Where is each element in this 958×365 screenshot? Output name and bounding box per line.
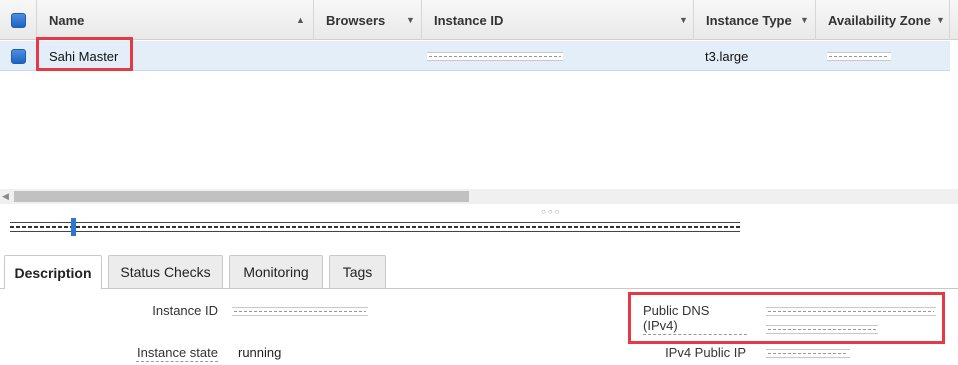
- instance-id-label: Instance ID: [152, 303, 218, 318]
- text-cursor-marker: [71, 218, 76, 236]
- redacted-text: [10, 222, 740, 232]
- tab-monitoring[interactable]: Monitoring: [229, 255, 323, 288]
- redacted-text: [232, 307, 368, 316]
- instance-id-cell[interactable]: [427, 41, 563, 71]
- scrollbar-thumb[interactable]: [14, 191, 469, 202]
- highlight-box: [36, 37, 133, 71]
- row-checkbox[interactable]: [11, 48, 26, 64]
- availability-zone-cell: [827, 41, 891, 71]
- sort-descending-icon[interactable]: ▼: [800, 15, 809, 25]
- tab-description[interactable]: Description: [4, 255, 102, 289]
- redacted-text: [427, 51, 563, 61]
- horizontal-scrollbar[interactable]: ◀: [0, 189, 958, 204]
- column-header-browsers[interactable]: Browsers ▼: [314, 0, 422, 40]
- instance-state-value: running: [238, 345, 282, 360]
- instance-type-cell: t3.large: [705, 48, 749, 64]
- column-header-instance-type[interactable]: Instance Type ▼: [694, 0, 816, 40]
- column-header-availability-zone[interactable]: Availability Zone ▼: [816, 0, 950, 40]
- instance-state-label: Instance state: [136, 345, 218, 362]
- sort-descending-icon[interactable]: ▼: [936, 15, 945, 25]
- redacted-text: [827, 51, 891, 61]
- row-checkbox-cell[interactable]: [11, 41, 26, 71]
- select-all-checkbox[interactable]: [10, 12, 26, 28]
- scroll-left-icon[interactable]: ◀: [2, 189, 9, 204]
- ipv4-public-ip-label: IPv4 Public IP: [665, 345, 746, 360]
- redacted-text: [766, 349, 850, 358]
- table-header: Name ▲ Browsers ▼ Instance ID ▼ Instance…: [0, 0, 958, 40]
- tab-tags[interactable]: Tags: [329, 255, 386, 288]
- sort-descending-icon[interactable]: ▼: [406, 15, 415, 25]
- column-header-instance-id[interactable]: Instance ID ▼: [422, 0, 694, 40]
- detail-title: [10, 221, 740, 233]
- select-all-cell[interactable]: [0, 0, 37, 40]
- highlight-box: [628, 292, 945, 344]
- sort-ascending-icon[interactable]: ▲: [296, 15, 305, 25]
- resize-handle-icon[interactable]: ○○○: [541, 207, 562, 216]
- instance-id-value: [232, 304, 368, 319]
- column-header-name[interactable]: Name ▲: [37, 0, 314, 40]
- tab-status-checks[interactable]: Status Checks: [108, 255, 223, 288]
- sort-descending-icon[interactable]: ▼: [679, 15, 688, 25]
- table-row[interactable]: Sahi Master t3.large: [0, 41, 950, 71]
- ipv4-public-ip-value: [766, 346, 850, 361]
- tab-divider: [0, 288, 958, 289]
